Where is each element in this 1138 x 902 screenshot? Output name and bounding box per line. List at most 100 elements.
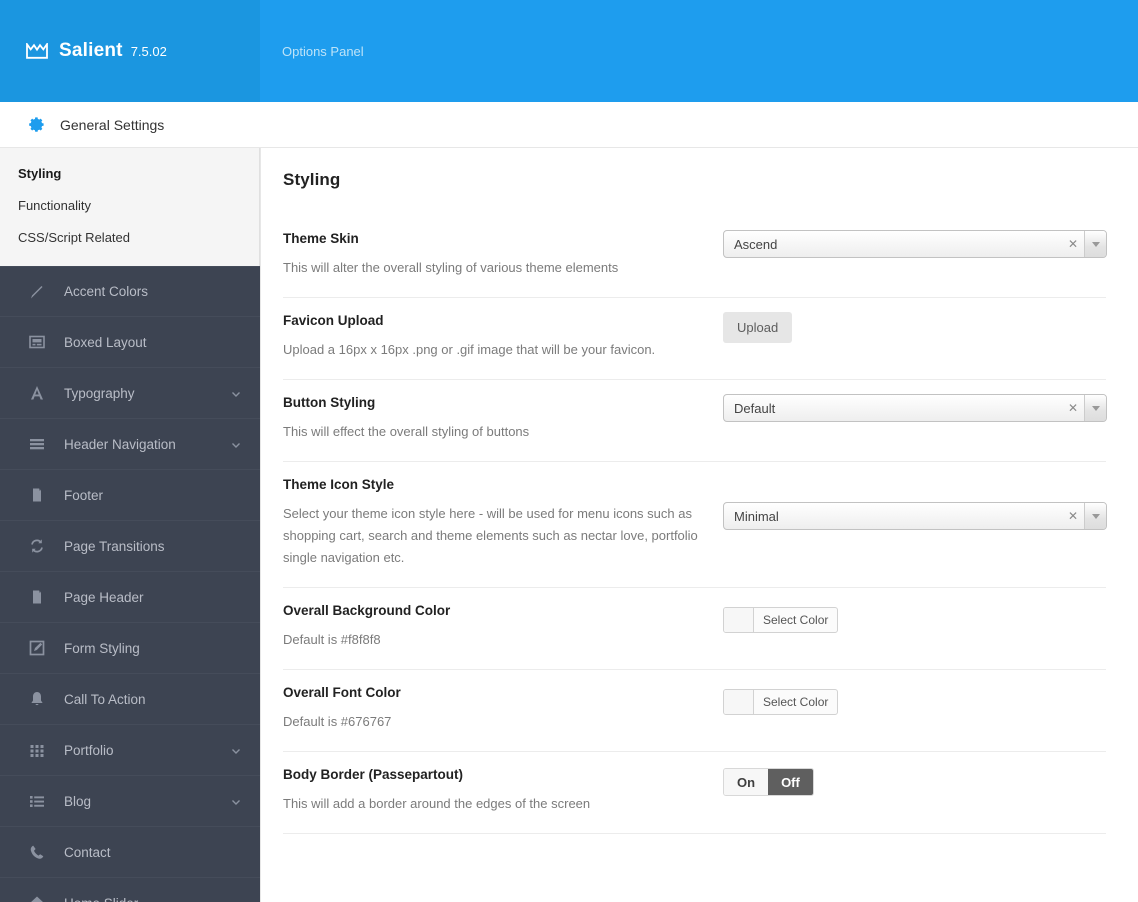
chevron-down-icon[interactable] — [230, 795, 242, 807]
chevron-down-icon[interactable] — [1084, 231, 1106, 257]
page-header-icon — [26, 586, 48, 608]
field-description: This will alter the overall styling of v… — [283, 260, 619, 275]
theme-icon-style-select[interactable]: Minimal ✕ — [723, 502, 1107, 530]
sidebar-item-home-slider[interactable]: Home Slider — [0, 878, 260, 902]
clear-icon[interactable]: ✕ — [1062, 231, 1084, 257]
field-description: Default is #f8f8f8 — [283, 632, 381, 647]
subnav-item-css-script-related[interactable]: CSS/Script Related — [0, 222, 259, 254]
field-title: Favicon Upload — [283, 313, 384, 328]
body-border-toggle[interactable]: On Off — [723, 768, 814, 796]
chevron-down-icon[interactable] — [230, 744, 242, 756]
chevron-down-icon[interactable] — [230, 387, 242, 399]
field-left: Theme Icon Style Select your theme icon … — [283, 474, 723, 569]
chevron-down-icon[interactable] — [1084, 395, 1106, 421]
field-row-overall-background-color: Overall Background Color Default is #f8f… — [283, 588, 1106, 670]
field-title: Overall Font Color — [283, 685, 401, 700]
sidebar-item-footer[interactable]: Footer — [0, 470, 260, 521]
sidebar-item-header-navigation[interactable]: Header Navigation — [0, 419, 260, 470]
field-right: Upload — [723, 310, 1106, 343]
subnav: Styling Functionality CSS/Script Related — [0, 148, 260, 266]
menu-bar: General Settings — [0, 102, 1138, 148]
field-right: Ascend ✕ — [723, 228, 1107, 258]
clear-icon[interactable]: ✕ — [1062, 503, 1084, 529]
toggle-option-on[interactable]: On — [724, 769, 769, 795]
select-value: Minimal — [734, 508, 779, 524]
field-right: Select Color — [723, 600, 1106, 633]
section-title: Styling — [283, 170, 341, 189]
overall-font-color-picker[interactable]: Select Color — [723, 689, 839, 715]
subnav-item-label: Styling — [18, 166, 62, 181]
content-inner: Styling Theme Skin This will alter the o… — [261, 148, 1138, 834]
sidebar-item-blog[interactable]: Blog — [0, 776, 260, 827]
logo-area: Salient 7.5.02 — [0, 0, 260, 102]
subnav-item-label: CSS/Script Related — [18, 230, 130, 245]
sidebar-item-label: Home Slider — [64, 896, 242, 902]
field-left: Button Styling This will effect the over… — [283, 392, 723, 443]
field-title: Body Border (Passepartout) — [283, 767, 464, 782]
sidebar-item-label: Portfolio — [64, 742, 114, 758]
main-content: Styling Theme Skin This will alter the o… — [260, 148, 1138, 902]
sidebar-item-label: Contact — [64, 844, 111, 860]
sidebar-item-accent-colors[interactable]: Accent Colors — [0, 266, 260, 317]
select-color-label[interactable]: Select Color — [754, 608, 837, 632]
boxed-layout-icon — [26, 331, 48, 353]
sidebar-item-label: Blog — [64, 793, 92, 809]
subnav-item-styling[interactable]: Styling — [0, 158, 259, 190]
upload-button[interactable]: Upload — [723, 312, 793, 343]
field-left: Overall Font Color Default is #676767 — [283, 682, 723, 733]
sidebar-item-contact[interactable]: Contact — [0, 827, 260, 878]
overall-background-color-picker[interactable]: Select Color — [723, 607, 839, 633]
toggle-option-off[interactable]: Off — [768, 769, 813, 795]
sidebar-nav-list: Accent Colors Boxed Layout Typography He… — [0, 266, 260, 902]
chevron-down-icon[interactable] — [1084, 503, 1106, 529]
home-icon — [26, 892, 48, 902]
sidebar-item-page-header[interactable]: Page Header — [0, 572, 260, 623]
chevron-down-icon[interactable] — [230, 438, 242, 450]
field-row-body-border: Body Border (Passepartout) This will add… — [283, 752, 1106, 834]
sidebar-item-boxed-layout[interactable]: Boxed Layout — [0, 317, 260, 368]
field-right: Default ✕ — [723, 392, 1107, 422]
sidebar: Styling Functionality CSS/Script Related… — [0, 148, 260, 902]
page-title: Options Panel — [282, 43, 364, 59]
select-value: Default — [734, 400, 776, 416]
sidebar-item-portfolio[interactable]: Portfolio — [0, 725, 260, 776]
theme-skin-select[interactable]: Ascend ✕ — [723, 230, 1107, 258]
clear-icon[interactable]: ✕ — [1062, 395, 1084, 421]
sidebar-item-label: Boxed Layout — [64, 334, 147, 350]
options-panel-window: Salient 7.5.02 Options Panel General Set… — [0, 0, 1138, 902]
sidebar-item-typography[interactable]: Typography — [0, 368, 260, 419]
phone-icon — [26, 841, 48, 863]
sidebar-item-page-transitions[interactable]: Page Transitions — [0, 521, 260, 572]
select-color-label[interactable]: Select Color — [754, 690, 837, 714]
field-title: Theme Skin — [283, 231, 359, 246]
color-swatch[interactable] — [724, 690, 754, 714]
field-left: Theme Skin This will alter the overall s… — [283, 228, 723, 279]
field-row-favicon-upload: Favicon Upload Upload a 16px x 16px .png… — [283, 298, 1106, 380]
field-right: Select Color — [723, 682, 1106, 715]
menu-lines-icon — [26, 433, 48, 455]
sidebar-item-label: Form Styling — [64, 640, 140, 656]
field-right: On Off — [723, 764, 1106, 796]
sidebar-item-label: Page Header — [64, 589, 144, 605]
general-settings-tab[interactable]: General Settings — [0, 102, 164, 147]
button-styling-select[interactable]: Default ✕ — [723, 394, 1107, 422]
field-left: Overall Background Color Default is #f8f… — [283, 600, 723, 651]
field-description: This will add a border around the edges … — [283, 796, 591, 811]
sidebar-item-form-styling[interactable]: Form Styling — [0, 623, 260, 674]
brand-name: Salient — [59, 40, 123, 61]
select-value: Ascend — [734, 236, 778, 252]
field-description: Upload a 16px x 16px .png or .gif image … — [283, 342, 656, 357]
color-swatch[interactable] — [724, 608, 754, 632]
grid-icon — [26, 739, 48, 761]
field-right: Minimal ✕ — [723, 474, 1107, 530]
sidebar-item-call-to-action[interactable]: Call To Action — [0, 674, 260, 725]
sidebar-item-label: Typography — [64, 385, 135, 401]
sidebar-item-label: Page Transitions — [64, 538, 165, 554]
field-row-button-styling: Button Styling This will effect the over… — [283, 380, 1107, 462]
gear-icon — [26, 115, 60, 135]
sidebar-item-label: Footer — [64, 487, 104, 503]
general-settings-label: General Settings — [60, 116, 165, 133]
subnav-item-functionality[interactable]: Functionality — [0, 190, 259, 222]
top-header: Salient 7.5.02 Options Panel — [0, 0, 1138, 102]
field-left: Favicon Upload Upload a 16px x 16px .png… — [283, 310, 723, 361]
